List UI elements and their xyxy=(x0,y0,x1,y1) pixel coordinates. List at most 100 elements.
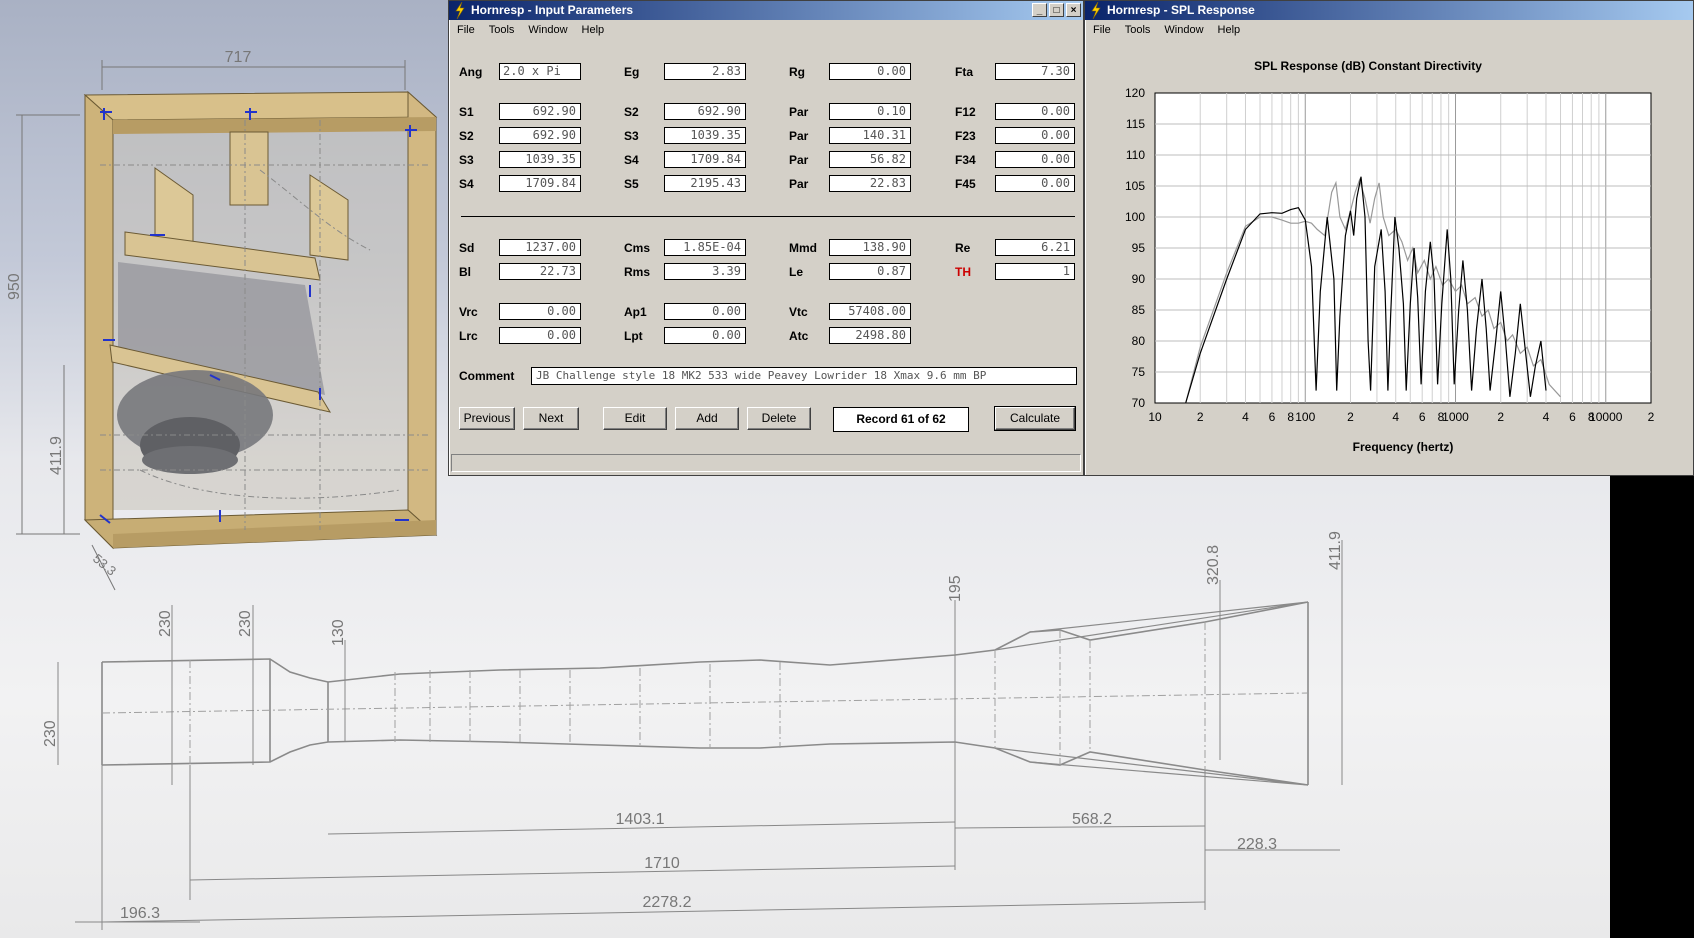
x-tick-label: 4 xyxy=(1242,410,1249,424)
param-label: F12 xyxy=(955,105,976,119)
param-value[interactable]: 140.31 xyxy=(829,127,911,144)
param-value[interactable]: 0.00 xyxy=(499,303,581,320)
param-value[interactable]: 0.00 xyxy=(829,63,911,80)
input-window-titlebar[interactable]: Hornresp - Input Parameters _ □ × xyxy=(449,1,1083,20)
delete-button[interactable]: Delete xyxy=(747,407,811,430)
y-tick-label: 85 xyxy=(1132,303,1146,317)
menu-tools[interactable]: Tools xyxy=(489,20,515,40)
param-value[interactable]: 0.00 xyxy=(664,327,746,344)
param-value[interactable]: 22.83 xyxy=(829,175,911,192)
record-indicator: Record 61 of 62 xyxy=(833,407,969,432)
param-label: Lpt xyxy=(624,329,643,343)
param-value[interactable]: 0.10 xyxy=(829,103,911,120)
input-window-title: Hornresp - Input Parameters xyxy=(471,3,634,17)
param-value[interactable]: 1709.84 xyxy=(499,175,581,192)
param-value[interactable]: 0.00 xyxy=(995,127,1075,144)
dim-950: 950 xyxy=(6,273,23,300)
x-tick-label: 6 xyxy=(1419,410,1426,424)
param-label: Re xyxy=(955,241,971,255)
x-axis-label: Frequency (hertz) xyxy=(1353,440,1454,454)
param-label: Ap1 xyxy=(624,305,647,319)
param-value[interactable]: 22.73 xyxy=(499,263,581,280)
next-button[interactable]: Next xyxy=(523,407,579,430)
horn-profile-drawing xyxy=(101,601,1309,786)
input-parameters-window[interactable]: Hornresp - Input Parameters _ □ × File T… xyxy=(448,0,1084,476)
param-value[interactable]: 2195.43 xyxy=(664,175,746,192)
comment-field[interactable]: JB Challenge style 18 MK2 533 wide Peave… xyxy=(531,367,1077,385)
status-bar xyxy=(451,454,1081,472)
menu-file[interactable]: File xyxy=(457,20,475,40)
spl-chart: 70758085909510010511011512010 2 4 6 8 100 2 4 6 8… xyxy=(1125,86,1655,454)
param-label: Cms xyxy=(624,241,651,255)
param-value[interactable]: 1237.00 xyxy=(499,239,581,256)
add-button[interactable]: Add xyxy=(675,407,739,430)
param-value[interactable]: 0.00 xyxy=(995,151,1075,168)
param-label: Bl xyxy=(459,265,471,279)
x-tick-label: 10000 xyxy=(1589,410,1623,424)
param-label: Par xyxy=(789,129,809,143)
y-tick-label: 70 xyxy=(1132,396,1146,410)
param-label: Mmd xyxy=(789,241,817,255)
dim-195: 195 xyxy=(947,575,964,602)
param-value[interactable]: 692.90 xyxy=(664,103,746,120)
param-label: F23 xyxy=(955,129,976,143)
param-value[interactable]: 0.00 xyxy=(995,103,1075,120)
y-tick-label: 105 xyxy=(1125,179,1145,193)
close-button[interactable]: × xyxy=(1066,3,1081,17)
dim-230-b: 230 xyxy=(237,610,254,637)
dim-196-3: 196.3 xyxy=(120,905,160,922)
param-label: Le xyxy=(789,265,804,279)
param-label: F45 xyxy=(955,177,976,191)
separator xyxy=(461,216,1075,217)
param-label: TH xyxy=(955,265,971,279)
param-value[interactable]: 138.90 xyxy=(829,239,911,256)
edit-button[interactable]: Edit xyxy=(603,407,667,430)
x-tick-label: 2 xyxy=(1497,410,1504,424)
comment-label: Comment xyxy=(459,369,515,383)
dim-717: 717 xyxy=(225,49,252,66)
param-value[interactable]: 2498.80 xyxy=(829,327,911,344)
param-value[interactable]: 1039.35 xyxy=(499,151,581,168)
x-tick-label: 2 xyxy=(1347,410,1354,424)
dim-411-9-side: 411.9 xyxy=(48,436,65,475)
maximize-button[interactable]: □ xyxy=(1049,3,1064,17)
param-value[interactable]: 2.0 x Pi xyxy=(499,63,581,80)
param-value[interactable]: 6.21 xyxy=(995,239,1075,256)
param-value[interactable]: 692.90 xyxy=(499,127,581,144)
param-value[interactable]: 692.90 xyxy=(499,103,581,120)
calculate-button[interactable]: Calculate xyxy=(994,406,1076,431)
dim-230-left: 230 xyxy=(42,720,59,747)
param-value[interactable]: 1709.84 xyxy=(664,151,746,168)
param-value[interactable]: 7.30 xyxy=(995,63,1075,80)
y-tick-label: 95 xyxy=(1132,241,1146,255)
param-label: Par xyxy=(789,105,809,119)
dim-1403-1: 1403.1 xyxy=(616,811,665,828)
param-label: Atc xyxy=(789,329,809,343)
param-value[interactable]: 1039.35 xyxy=(664,127,746,144)
param-value[interactable]: 1 xyxy=(995,263,1075,280)
previous-button[interactable]: Previous xyxy=(459,407,515,430)
dim-2278-2: 2278.2 xyxy=(643,894,692,911)
param-label: S1 xyxy=(459,105,474,119)
param-value[interactable]: 0.00 xyxy=(664,303,746,320)
param-value[interactable]: 1.85E-04 xyxy=(664,239,746,256)
dim-230-a: 230 xyxy=(157,610,174,637)
param-label: S3 xyxy=(624,129,639,143)
dim-228-3: 228.3 xyxy=(1237,836,1277,853)
param-label: Fta xyxy=(955,65,973,79)
param-value[interactable]: 56.82 xyxy=(829,151,911,168)
cabinet-3d-view xyxy=(16,60,438,591)
param-value[interactable]: 3.39 xyxy=(664,263,746,280)
menu-help[interactable]: Help xyxy=(582,20,605,40)
x-tick-label: 1000 xyxy=(1442,410,1469,424)
param-label: Par xyxy=(789,177,809,191)
param-value[interactable]: 0.00 xyxy=(995,175,1075,192)
menu-window[interactable]: Window xyxy=(528,20,567,40)
param-value[interactable]: 2.83 xyxy=(664,63,746,80)
y-tick-label: 100 xyxy=(1125,210,1145,224)
param-value[interactable]: 0.87 xyxy=(829,263,911,280)
minimize-button[interactable]: _ xyxy=(1032,3,1047,17)
spl-response-window[interactable]: Hornresp - SPL Response File Tools Windo… xyxy=(1084,0,1694,476)
param-value[interactable]: 0.00 xyxy=(499,327,581,344)
param-value[interactable]: 57408.00 xyxy=(829,303,911,320)
